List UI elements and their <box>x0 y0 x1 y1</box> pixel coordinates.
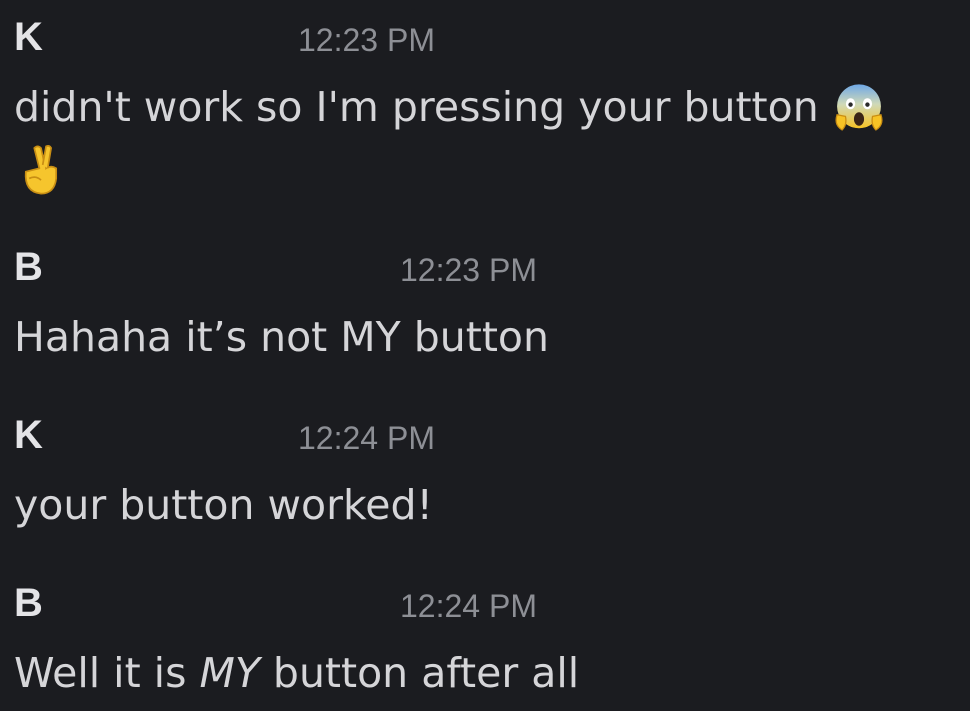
sender-name[interactable]: K <box>14 14 43 60</box>
message-text-suffix: button after all <box>259 649 580 697</box>
sender-name[interactable]: B <box>14 580 43 626</box>
message-text: Hahaha it’s not MY button <box>14 313 549 361</box>
message-text-body: didn't work so I'm pressing your button <box>14 83 819 131</box>
timestamp[interactable]: 12:24 PM <box>298 418 435 458</box>
face-screaming-in-fear-icon <box>832 81 886 135</box>
message-text-emphasis: MY <box>199 649 260 697</box>
sender-name[interactable]: K <box>14 412 43 458</box>
timestamp[interactable]: 12:23 PM <box>298 20 435 60</box>
timestamp[interactable]: 12:23 PM <box>400 250 537 290</box>
sender-name[interactable]: B <box>14 244 43 290</box>
message-text: Well it is MY button after all <box>14 640 579 706</box>
message-text: your button worked! <box>14 481 433 529</box>
crossed-fingers-icon <box>14 143 68 197</box>
timestamp[interactable]: 12:24 PM <box>400 586 537 626</box>
message-text-prefix: Well it is <box>14 649 200 697</box>
message-text: didn't work so I'm pressing your button <box>14 74 886 140</box>
message-text-continued <box>14 136 68 202</box>
